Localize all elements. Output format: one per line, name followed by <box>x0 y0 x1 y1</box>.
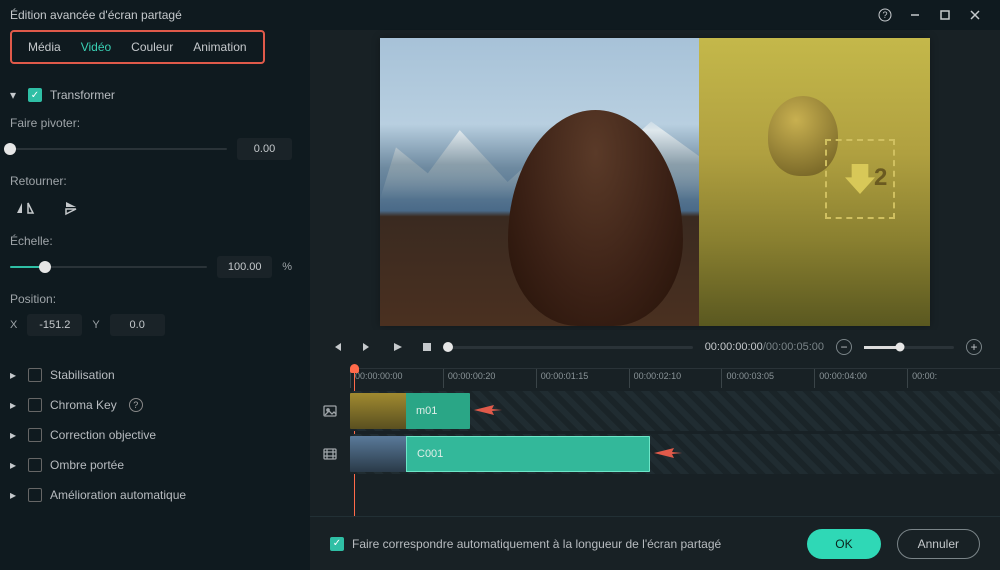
zoom-out-button[interactable]: − <box>836 339 852 355</box>
chevron-right-icon[interactable]: ▸ <box>10 488 20 502</box>
clip-m01[interactable]: m01 <box>350 393 470 429</box>
match-length-checkbox[interactable]: ✓ <box>330 537 344 551</box>
ruler-mark: 00:00:02:10 <box>629 369 722 388</box>
timeline: 00:00:00:00 00:00:00:20 00:00:01:15 00:0… <box>310 364 1000 516</box>
scale-label: Échelle: <box>10 234 292 248</box>
tab-video[interactable]: Vidéo <box>71 36 121 58</box>
help-icon[interactable]: ? <box>129 398 143 412</box>
rotate-slider[interactable] <box>10 148 227 150</box>
arrow-indicator-icon <box>654 446 682 460</box>
timeline-ruler[interactable]: 00:00:00:00 00:00:00:20 00:00:01:15 00:0… <box>350 368 1000 388</box>
titlebar: Édition avancée d'écran partagé ? <box>0 0 1000 30</box>
clip-label: C001 <box>417 448 443 460</box>
ruler-mark: 00:00:00:20 <box>443 369 536 388</box>
scale-value[interactable]: 100.00 <box>217 256 272 278</box>
ruler-mark: 00:00:04:00 <box>814 369 907 388</box>
play-button[interactable] <box>388 338 406 356</box>
auto-label: Amélioration automatique <box>50 488 186 502</box>
tab-highlight-box: Média Vidéo Couleur Animation <box>10 30 265 64</box>
playback-bar: 00:00:00:00/00:00:05:00 − + <box>310 330 1000 364</box>
rotate-value[interactable]: 0.00 <box>237 138 292 160</box>
scale-unit: % <box>282 261 292 273</box>
chevron-right-icon[interactable]: ▸ <box>10 428 20 442</box>
tab-media[interactable]: Média <box>18 36 71 58</box>
chevron-right-icon[interactable]: ▸ <box>10 398 20 412</box>
help-icon[interactable]: ? <box>870 0 900 30</box>
chroma-label: Chroma Key <box>50 398 117 412</box>
arrow-number: 2 <box>874 164 887 192</box>
zoom-in-button[interactable]: + <box>966 339 982 355</box>
cancel-button[interactable]: Annuler <box>897 529 980 559</box>
tab-color[interactable]: Couleur <box>121 36 183 58</box>
stabilisation-checkbox[interactable] <box>28 368 42 382</box>
ruler-mark: 00:00: <box>907 369 1000 388</box>
track-2: C001 <box>310 434 1000 474</box>
sidebar: Média Vidéo Couleur Animation ▾ ✓ Transf… <box>0 30 310 570</box>
ruler-mark: 00:00:01:15 <box>536 369 629 388</box>
x-value[interactable]: -151.2 <box>27 314 82 336</box>
correction-checkbox[interactable] <box>28 428 42 442</box>
chevron-right-icon[interactable]: ▸ <box>10 368 20 382</box>
y-axis-label: Y <box>92 319 99 331</box>
correction-label: Correction objective <box>50 428 156 442</box>
ombre-label: Ombre portée <box>50 458 124 472</box>
step-forward-button[interactable] <box>358 338 376 356</box>
ombre-checkbox[interactable] <box>28 458 42 472</box>
minimize-icon[interactable] <box>900 0 930 30</box>
preview-right-clip[interactable]: 2 <box>699 38 930 326</box>
playback-slider[interactable] <box>448 346 693 349</box>
stop-button[interactable] <box>418 338 436 356</box>
maximize-icon[interactable] <box>930 0 960 30</box>
ruler-mark: 00:00:00:00 <box>350 369 443 388</box>
ruler-mark: 00:00:03:05 <box>721 369 814 388</box>
auto-checkbox[interactable] <box>28 488 42 502</box>
chevron-right-icon[interactable]: ▸ <box>10 458 20 472</box>
content-area: 2 00:00:00:00/00:00:05:00 − + 00:00:00:0… <box>310 30 1000 570</box>
zoom-slider[interactable] <box>864 346 954 349</box>
preview-left-clip[interactable] <box>380 38 699 326</box>
image-track-icon[interactable] <box>310 403 350 419</box>
scale-slider[interactable] <box>10 266 207 268</box>
position-label: Position: <box>10 292 292 306</box>
download-arrow-icon: 2 <box>825 139 895 219</box>
transform-checkbox[interactable]: ✓ <box>28 88 42 102</box>
window-title: Édition avancée d'écran partagé <box>10 8 870 22</box>
transform-label: Transformer <box>50 88 115 102</box>
tab-animation[interactable]: Animation <box>183 36 256 58</box>
footer: ✓ Faire correspondre automatiquement à l… <box>310 516 1000 570</box>
rotate-label: Faire pivoter: <box>10 116 292 130</box>
arrow-indicator-icon <box>474 403 502 417</box>
y-value[interactable]: 0.0 <box>110 314 165 336</box>
chroma-checkbox[interactable] <box>28 398 42 412</box>
video-track-icon[interactable] <box>310 446 350 462</box>
flip-horizontal-icon[interactable] <box>10 196 40 220</box>
svg-text:?: ? <box>882 10 887 20</box>
timecode: 00:00:00:00/00:00:05:00 <box>705 341 824 353</box>
clip-c001[interactable]: C001 <box>350 436 650 472</box>
preview: 2 <box>310 30 1000 330</box>
step-back-button[interactable] <box>328 338 346 356</box>
flip-label: Retourner: <box>10 174 292 188</box>
ok-button[interactable]: OK <box>807 529 880 559</box>
flip-vertical-icon[interactable] <box>58 196 88 220</box>
close-icon[interactable] <box>960 0 990 30</box>
chevron-down-icon[interactable]: ▾ <box>10 88 20 102</box>
stabilisation-label: Stabilisation <box>50 368 115 382</box>
match-length-label: Faire correspondre automatiquement à la … <box>352 537 721 551</box>
clip-label: m01 <box>416 405 437 417</box>
x-axis-label: X <box>10 319 17 331</box>
track-1: m01 <box>310 391 1000 431</box>
